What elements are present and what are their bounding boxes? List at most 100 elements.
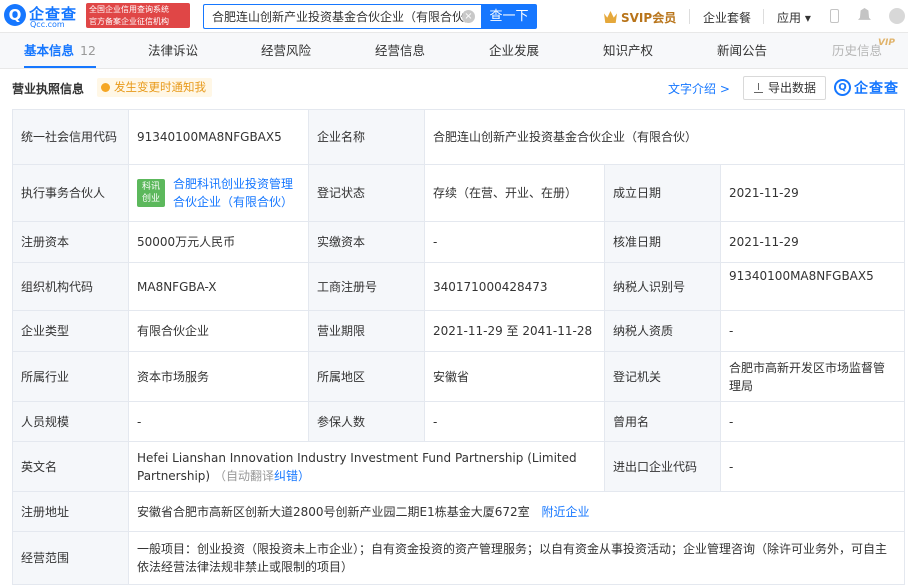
- search-button[interactable]: 查一下: [481, 4, 537, 29]
- company-name-label: 企业名称: [308, 109, 425, 165]
- taxpayer-qual-value: -: [720, 310, 905, 352]
- table-row: 经营范围 一般项目：创业投资（限投资未上市企业）；自有资金投资的资产管理服务；以…: [12, 531, 905, 585]
- status-label: 登记状态: [308, 164, 425, 222]
- company-type-label: 企业类型: [12, 310, 129, 352]
- scope-label: 经营范围: [12, 531, 129, 585]
- english-name-value: Hefei Lianshan Innovation Industry Inves…: [137, 450, 577, 483]
- established-value: 2021-11-29: [720, 164, 905, 222]
- paid-capital-label: 实缴资本: [308, 221, 425, 263]
- tab-operations[interactable]: 经营信息: [375, 33, 425, 68]
- user-avatar-icon[interactable]: [889, 8, 905, 24]
- divider: [689, 9, 690, 24]
- tab-ip[interactable]: 知识产权: [603, 33, 653, 68]
- tab-bar: 基本信息 12 法律诉讼 经营风险 经营信息 企业发展 知识产权 新闻公告 历史信…: [0, 33, 908, 69]
- table-row: 所属行业 资本市场服务 所属地区 安徽省 登记机关 合肥市高新开发区市场监督管理…: [12, 351, 905, 402]
- taxpayer-id-value: 91340100MA8NFGBAX5: [720, 262, 905, 311]
- approval-date-label: 核准日期: [604, 221, 721, 263]
- table-row: 统一社会信用代码 91340100MA8NFGBAX5 企业名称 合肥连山创新产…: [12, 109, 905, 165]
- region-label: 所属地区: [308, 351, 425, 402]
- reg-capital-label: 注册资本: [12, 221, 129, 263]
- table-row: 注册地址 安徽省合肥市高新区创新大道2800号创新产业园二期E1栋基金大厦672…: [12, 491, 905, 532]
- industry-value: 资本市场服务: [128, 351, 309, 402]
- address-label: 注册地址: [12, 491, 129, 532]
- english-name-label: 英文名: [12, 441, 129, 492]
- crown-icon: [604, 11, 617, 23]
- section-title: 营业执照信息: [12, 82, 85, 96]
- industry-label: 所属行业: [12, 351, 129, 402]
- tab-basic-info[interactable]: 基本信息 12: [24, 33, 96, 68]
- notification-bell-icon[interactable]: [858, 8, 871, 20]
- insured-value: -: [424, 401, 605, 442]
- svip-link[interactable]: SVIP会员: [604, 9, 676, 26]
- address-value: 安徽省合肥市高新区创新大道2800号创新产业园二期E1栋基金大厦672室: [137, 504, 530, 519]
- watermark-mark-icon: Q: [834, 79, 851, 96]
- former-name-value: -: [720, 401, 905, 442]
- scope-value: 一般项目：创业投资（限投资未上市企业）；自有资金投资的资产管理服务；以自有资金从…: [128, 531, 905, 585]
- approval-date-value: 2021-11-29: [720, 221, 905, 263]
- partner-logo: 科讯 创业: [137, 179, 165, 207]
- ie-code-value: -: [720, 441, 905, 492]
- notify-change-button[interactable]: 发生变更时通知我: [97, 78, 212, 97]
- official-badge: 全国企业信用查询系统 官方备案企业征信机构: [86, 3, 190, 28]
- reg-no-label: 工商注册号: [308, 262, 425, 311]
- paid-capital-value: -: [424, 221, 605, 263]
- tab-count: 12: [80, 43, 96, 58]
- partner-cell: 科讯 创业合肥科讯创业投资管理合伙企业（有限合伙）: [128, 164, 309, 222]
- nav-apps-dropdown[interactable]: 应用 ▾: [777, 9, 811, 26]
- badge-line-1: 全国企业信用查询系统: [89, 5, 169, 14]
- reg-capital-value: 50000万元人民币: [128, 221, 309, 263]
- mobile-phone-icon[interactable]: [830, 9, 839, 23]
- notify-bell-icon: [101, 83, 110, 92]
- vip-tag: VIP: [878, 38, 895, 48]
- table-row: 执行事务合伙人 科讯 创业合肥科讯创业投资管理合伙企业（有限合伙） 登记状态 存…: [12, 164, 905, 222]
- badge-line-2: 官方备案企业征信机构: [89, 17, 169, 26]
- watermark-text: 企查查: [854, 81, 899, 97]
- table-row: 组织机构代码 MA8NFGBA-X 工商注册号 340171000428473 …: [12, 262, 905, 311]
- table-row: 企业类型 有限合伙企业 营业期限 2021-11-29 至 2041-11-28…: [12, 310, 905, 352]
- auto-translate-note: （自动翻译: [213, 468, 274, 483]
- established-label: 成立日期: [604, 164, 721, 222]
- tab-label: 基本信息: [24, 43, 75, 58]
- staff-label: 人员规模: [12, 401, 129, 442]
- org-code-label: 组织机构代码: [12, 262, 129, 311]
- download-icon: [754, 83, 763, 93]
- table-row: 人员规模 - 参保人数 - 曾用名 -: [12, 401, 905, 442]
- divider: [763, 9, 764, 24]
- authority-label: 登记机关: [604, 351, 721, 402]
- insured-label: 参保人数: [308, 401, 425, 442]
- taxpayer-id-label: 纳税人识别号: [604, 262, 721, 311]
- tab-news[interactable]: 新闻公告: [717, 33, 767, 68]
- logo-mark-icon: Q: [4, 4, 26, 26]
- ie-code-label: 进出口企业代码: [604, 441, 721, 492]
- table-row: 注册资本 50000万元人民币 实缴资本 - 核准日期 2021-11-29: [12, 221, 905, 263]
- reg-no-value: 340171000428473: [424, 262, 605, 311]
- staff-value: -: [128, 401, 309, 442]
- clear-search-icon[interactable]: ×: [462, 10, 475, 23]
- credit-code-label: 统一社会信用代码: [12, 109, 129, 165]
- export-label: 导出数据: [768, 81, 817, 95]
- export-data-button[interactable]: 导出数据: [743, 76, 826, 100]
- term-label: 营业期限: [308, 310, 425, 352]
- notify-label: 发生变更时通知我: [114, 80, 206, 94]
- credit-code-value: 91340100MA8NFGBAX5: [128, 109, 309, 165]
- table-row: 英文名 Hefei Lianshan Innovation Industry I…: [12, 441, 905, 492]
- nav-enterprise-package[interactable]: 企业套餐: [703, 9, 751, 26]
- tab-history[interactable]: 历史信息: [832, 33, 882, 68]
- top-bar: Q 企查查 Qcc.com 全国企业信用查询系统 官方备案企业征信机构 × 查一…: [0, 0, 908, 33]
- qcc-watermark-logo: Q 企查查: [834, 77, 906, 99]
- logo-domain: Qcc.com: [30, 20, 65, 29]
- business-license-table: 统一社会信用代码 91340100MA8NFGBAX5 企业名称 合肥连山创新产…: [12, 109, 905, 585]
- tab-legal[interactable]: 法律诉讼: [148, 33, 198, 68]
- region-value: 安徽省: [424, 351, 605, 402]
- company-name-value: 合肥连山创新产业投资基金合伙企业（有限合伙）: [424, 109, 905, 165]
- tab-development[interactable]: 企业发展: [489, 33, 539, 68]
- search-input[interactable]: [203, 4, 481, 29]
- term-value: 2021-11-29 至 2041-11-28: [424, 310, 605, 352]
- former-name-label: 曾用名: [604, 401, 721, 442]
- tab-risk[interactable]: 经营风险: [261, 33, 311, 68]
- text-intro-link[interactable]: 文字介绍 >: [668, 80, 730, 97]
- nearby-companies-link[interactable]: 附近企业: [542, 505, 590, 519]
- qcc-logo[interactable]: Q 企查查 Qcc.com: [4, 3, 84, 31]
- partner-link[interactable]: 合肥科讯创业投资管理合伙企业（有限合伙）: [173, 175, 297, 211]
- correct-link[interactable]: 纠错）: [274, 469, 310, 483]
